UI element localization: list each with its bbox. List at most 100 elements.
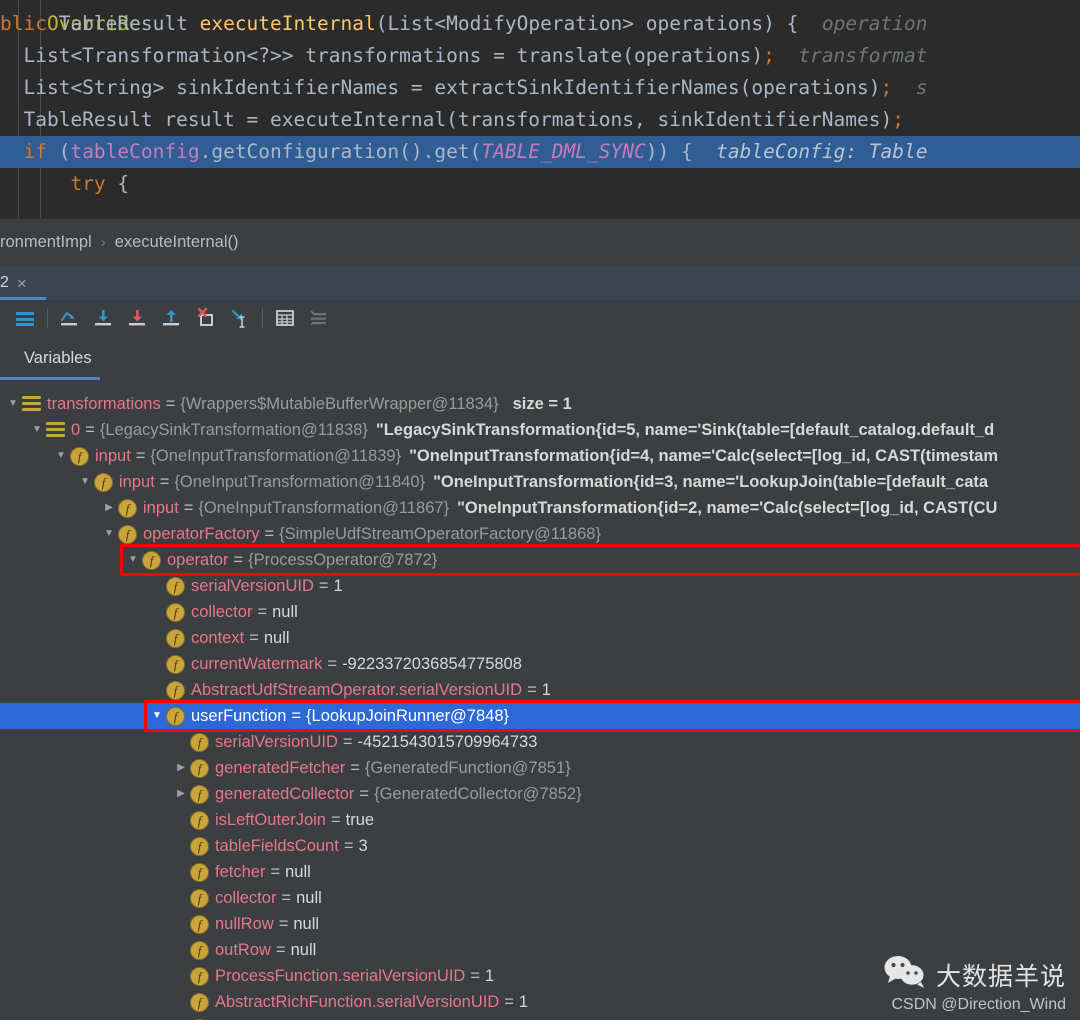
- debug-session-tab[interactable]: 2 ×: [0, 266, 46, 300]
- static-field-icon: f: [166, 576, 185, 596]
- code-editor[interactable]: Override blic TableResult executeInterna…: [0, 0, 1080, 218]
- watermark: 大数据羊说 CSDN @Direction_Wind: [883, 955, 1066, 1014]
- drop-frame-icon[interactable]: [189, 303, 223, 333]
- line-result[interactable]: TableResult result = executeInternal(tra…: [0, 104, 1080, 136]
- step-into-icon[interactable]: [87, 303, 121, 333]
- twisty-placeholder: ▶: [148, 599, 166, 625]
- twisty-placeholder: ▶: [148, 677, 166, 703]
- row-transformations[interactable]: ▼ transformations = {Wrappers$MutableBuffer…: [0, 391, 1080, 417]
- row-collector-1[interactable]: ▶f collector=null: [0, 599, 1080, 625]
- row-fetcher[interactable]: ▶f fetcher=null: [0, 859, 1080, 885]
- breadcrumb-item-class[interactable]: ronmentImpl: [0, 233, 92, 252]
- variable-value: 1: [333, 577, 343, 595]
- equals-sign: =: [183, 499, 194, 517]
- line-signature[interactable]: blic TableResult executeInternal(List<Mo…: [0, 8, 1080, 40]
- row-collector-2[interactable]: ▶f collector=null: [0, 885, 1080, 911]
- row-abstractudf-serialversionuid[interactable]: ▶f AbstractUdfStreamOperator.serialVersio…: [0, 677, 1080, 703]
- variable-name: generatedFetcher: [215, 759, 346, 777]
- row-input-11840[interactable]: ▼ f input = {OneInputTransformation@11840} "O…: [0, 469, 1080, 495]
- evaluate-expression-icon[interactable]: [268, 303, 302, 333]
- equals-sign: =: [359, 785, 370, 803]
- variable-value: 3: [358, 837, 368, 855]
- force-step-into-icon[interactable]: [121, 303, 155, 333]
- chevron-down-icon[interactable]: ▼: [52, 443, 70, 469]
- breadcrumb[interactable]: ronmentImpl › executeInternal(): [0, 218, 1080, 266]
- field-icon: f: [70, 446, 89, 466]
- chevron-down-icon[interactable]: ▼: [4, 391, 22, 417]
- row-tablefieldscount[interactable]: ▶f tableFieldsCount=3: [0, 833, 1080, 859]
- tab-variables[interactable]: Variables: [10, 336, 106, 380]
- field-icon: f: [166, 654, 185, 674]
- equals-sign: =: [249, 629, 259, 647]
- row-input-11867[interactable]: ▶ f input = {OneInputTransformation@11867} "O…: [0, 495, 1080, 521]
- row-operatorfactory[interactable]: ▼ f operatorFactory = {SimpleUdfStreamOperat…: [0, 521, 1080, 547]
- variable-name: currentWatermark: [191, 655, 323, 673]
- chevron-right-icon[interactable]: ▶: [100, 495, 118, 521]
- row-bottom-partial[interactable]: ▶f: [0, 1015, 1080, 1020]
- equals-sign: =: [504, 993, 514, 1011]
- row-generatedcollector[interactable]: ▶ f generatedCollector = {GeneratedCollector…: [0, 781, 1080, 807]
- field-icon: f: [190, 784, 209, 804]
- show-execution-point-icon[interactable]: [8, 303, 42, 333]
- variable-tostring: "OneInputTransformation{id=2, name='Calc…: [457, 499, 998, 517]
- line-sinkidentifiers[interactable]: List<String> sinkIdentifierNames = extra…: [0, 72, 1080, 104]
- chevron-right-icon[interactable]: ▶: [172, 755, 190, 781]
- close-icon[interactable]: ×: [17, 275, 27, 292]
- equals-sign: =: [85, 421, 95, 439]
- variable-value: {Wrappers$MutableBufferWrapper@11834}: [180, 395, 499, 413]
- code-token: List<Transformation<?>> transformations …: [0, 44, 764, 67]
- debug-session-tab-label: 2: [0, 274, 9, 291]
- variable-value: {SimpleUdfStreamOperatorFactory@11868}: [279, 525, 601, 543]
- row-userfunction[interactable]: ▼ f userFunction = {LookupJoinRunner@7848}: [0, 703, 1080, 729]
- row-operator[interactable]: ▼ f operator = {ProcessOperator@7872}: [0, 547, 1080, 573]
- variable-name: AbstractUdfStreamOperator.serialVersionU…: [191, 681, 523, 699]
- run-to-cursor-icon[interactable]: [223, 303, 257, 333]
- chevron-down-icon[interactable]: ▼: [28, 417, 46, 443]
- step-over-icon[interactable]: [53, 303, 87, 333]
- line-try[interactable]: try {: [0, 168, 1080, 200]
- static-field-icon: f: [190, 732, 209, 752]
- chevron-down-icon[interactable]: ▼: [148, 703, 166, 729]
- variable-value: -9223372036854775808: [342, 655, 522, 673]
- row-serialversionuid-2[interactable]: ▶f serialVersionUID=-4521543015709964733: [0, 729, 1080, 755]
- twisty-placeholder: ▶: [172, 807, 190, 833]
- code-token: tableConfig: Table: [704, 140, 928, 163]
- step-out-icon[interactable]: [155, 303, 189, 333]
- equals-sign: =: [264, 525, 275, 543]
- code-token: TableResult result = executeInternal(tra…: [0, 108, 893, 131]
- row-input-11839[interactable]: ▼ f input = {OneInputTransformation@11839} "O…: [0, 443, 1080, 469]
- variable-name: context: [191, 629, 245, 647]
- row-currentwatermark[interactable]: ▶f currentWatermark=-9223372036854775808: [0, 651, 1080, 677]
- code-token: .getConfiguration().get(: [199, 140, 482, 163]
- chevron-down-icon[interactable]: ▼: [76, 469, 94, 495]
- chevron-down-icon[interactable]: ▼: [100, 521, 118, 547]
- field-icon: f: [118, 524, 137, 544]
- watermark-subtitle: CSDN @Direction_Wind: [891, 996, 1066, 1013]
- row-nullrow[interactable]: ▶f nullRow=null: [0, 911, 1080, 937]
- variables-tree[interactable]: ▼ transformations = {Wrappers$MutableBuffer…: [0, 380, 1080, 1020]
- settings-lines-icon[interactable]: [302, 303, 336, 333]
- row-serialversionuid-1[interactable]: ▶f serialVersionUID=1: [0, 573, 1080, 599]
- chevron-down-icon[interactable]: ▼: [124, 547, 142, 573]
- row-index-0[interactable]: ▼ 0 = {LegacySinkTransformation@11838} "Lega…: [0, 417, 1080, 443]
- breadcrumb-item-method[interactable]: executeInternal(): [115, 233, 239, 252]
- row-generatedfetcher[interactable]: ▶ f generatedFetcher = {GeneratedFunction@78…: [0, 755, 1080, 781]
- variable-name: isLeftOuterJoin: [215, 811, 326, 829]
- code-token: try: [0, 172, 118, 195]
- variable-value: 1: [518, 993, 529, 1011]
- row-isleftouterjoin[interactable]: ▶f isLeftOuterJoin=true: [0, 807, 1080, 833]
- code-token: transformat: [774, 44, 928, 67]
- code-token: ;: [880, 76, 893, 99]
- row-context[interactable]: ▶f context=null: [0, 625, 1080, 651]
- line-transformations[interactable]: List<Transformation<?>> transformations …: [0, 40, 1080, 72]
- equals-sign: =: [342, 733, 353, 751]
- variable-value: null: [296, 889, 322, 907]
- equals-sign: =: [281, 889, 292, 907]
- debugger-toolbar: [0, 300, 1080, 336]
- chevron-right-icon[interactable]: ▶: [172, 781, 190, 807]
- field-icon: f: [94, 472, 113, 492]
- row-scrolled-partial[interactable]: [0, 380, 1080, 391]
- variable-value: null: [290, 941, 317, 959]
- line-if-tableconfig[interactable]: if (tableConfig.getConfiguration().get(T…: [0, 136, 1080, 168]
- twisty-placeholder: ▶: [172, 833, 190, 859]
